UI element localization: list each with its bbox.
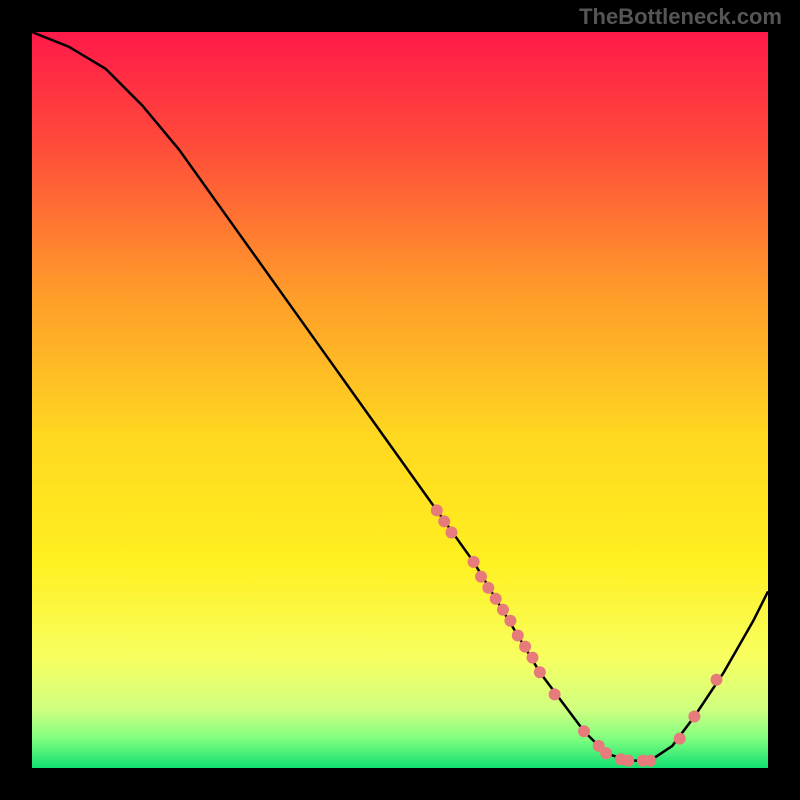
- data-marker: [431, 504, 443, 516]
- data-marker: [446, 527, 458, 539]
- chart-svg: [32, 32, 768, 768]
- data-marker: [534, 666, 546, 678]
- watermark-text: TheBottleneck.com: [579, 4, 782, 30]
- data-marker: [497, 604, 509, 616]
- plot-area: [32, 32, 768, 768]
- data-marker: [482, 582, 494, 594]
- data-marker: [527, 652, 539, 664]
- gradient-background: [32, 32, 768, 768]
- data-marker: [644, 755, 656, 767]
- data-marker: [519, 641, 531, 653]
- data-marker: [490, 593, 502, 605]
- data-marker: [504, 615, 516, 627]
- data-marker: [622, 755, 634, 767]
- data-marker: [438, 515, 450, 527]
- data-marker: [468, 556, 480, 568]
- data-marker: [578, 725, 590, 737]
- data-marker: [512, 630, 524, 642]
- data-marker: [711, 674, 723, 686]
- data-marker: [549, 688, 561, 700]
- data-marker: [674, 733, 686, 745]
- plot-frame: [32, 32, 768, 768]
- data-marker: [688, 711, 700, 723]
- data-marker: [600, 747, 612, 759]
- data-marker: [475, 571, 487, 583]
